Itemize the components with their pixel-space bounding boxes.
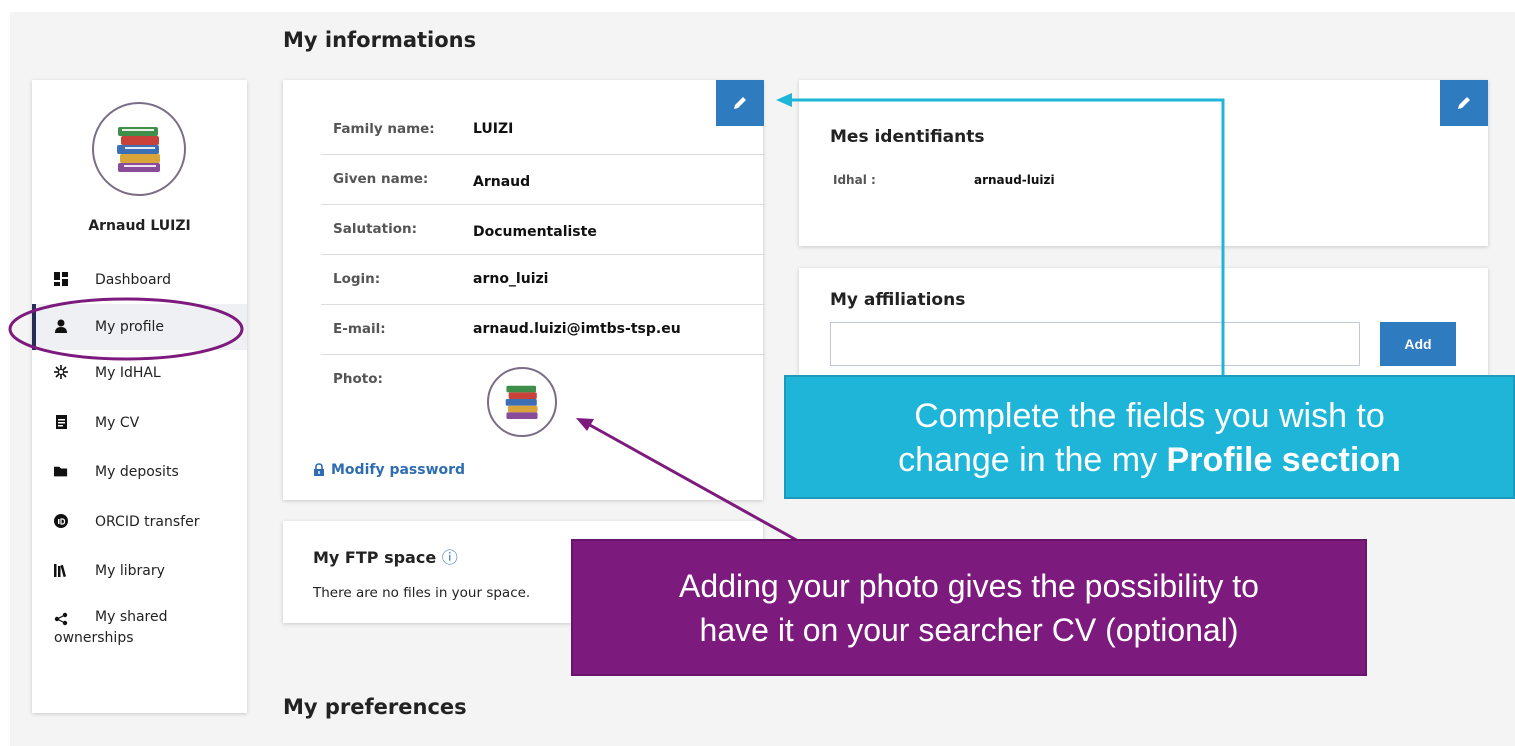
blue-arrow-line	[788, 98, 1225, 378]
purple-arrow-line	[587, 422, 801, 544]
callout-line-2: change in the my Profile section	[786, 438, 1513, 482]
callout-bold-text: Profile section	[1166, 441, 1401, 479]
callout-line-1: Complete the fields you wish to	[914, 397, 1385, 435]
callout-photo: Adding your photo gives the possibility …	[571, 539, 1367, 676]
callout-line-1: Adding your photo gives the possibility …	[679, 568, 1259, 604]
highlight-ellipse	[8, 297, 244, 361]
callout-line-2: have it on your searcher CV (optional)	[699, 612, 1239, 648]
callout-text: change in the my	[898, 441, 1167, 479]
blue-arrow-head	[776, 93, 792, 107]
callout-profile-section: Complete the fields you wish to change i…	[784, 375, 1515, 499]
